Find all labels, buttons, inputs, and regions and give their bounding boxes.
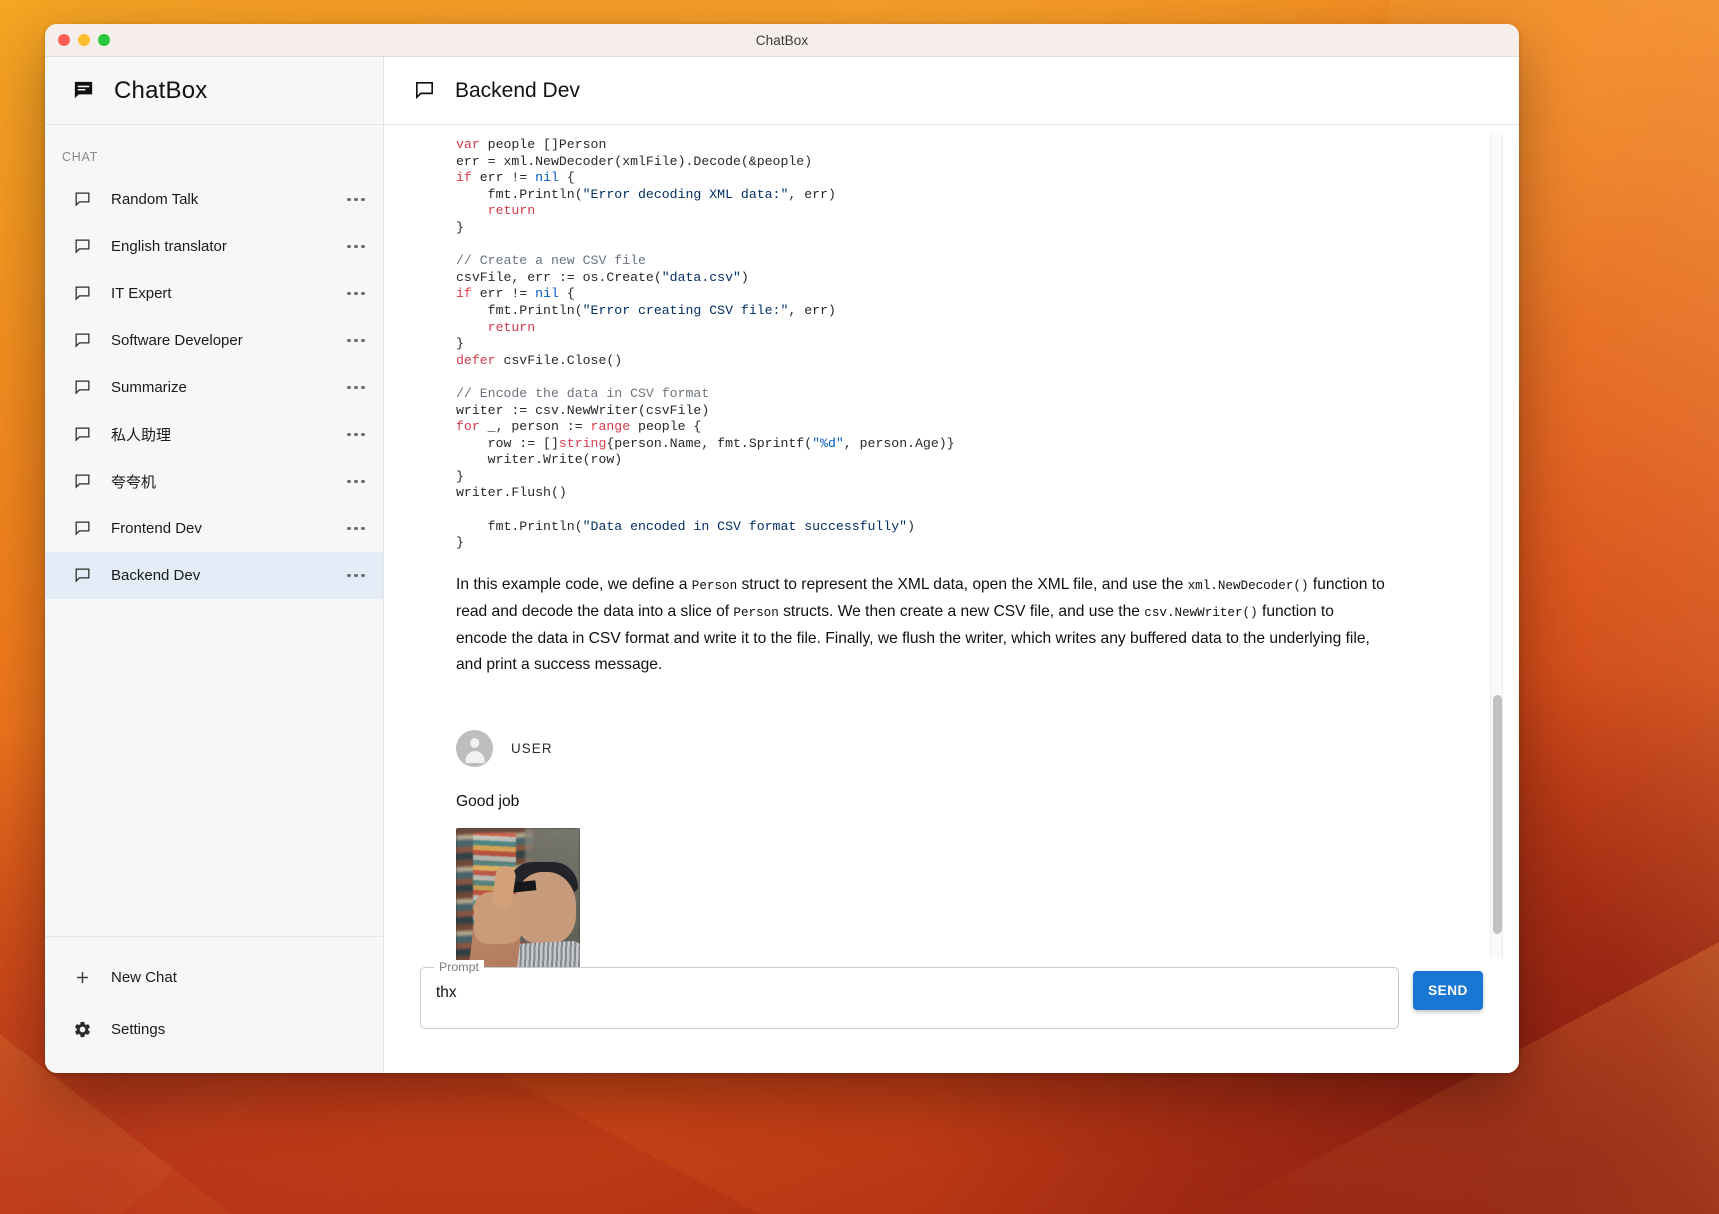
plus-icon	[73, 968, 92, 987]
prompt-value: thx	[436, 984, 457, 1002]
inline-code-csv-newwriter: csv.NewWriter()	[1144, 606, 1257, 620]
assistant-explanation: In this example code, we define a Person…	[456, 572, 1386, 678]
chat-outline-icon	[73, 566, 92, 585]
sidebar-item-frontend-dev[interactable]: Frontend Dev	[45, 505, 383, 552]
sidebar-item-label: Backend Dev	[111, 567, 343, 584]
sidebar: ChatBox CHAT Random Talk English translat…	[45, 57, 384, 1073]
explain-part-2: struct to represent the XML data, open t…	[737, 576, 1187, 593]
chat-outline-icon	[73, 190, 92, 209]
send-button[interactable]: SEND	[1413, 971, 1483, 1010]
sidebar-item-label: Frontend Dev	[111, 520, 343, 537]
sidebar-item-backend-dev[interactable]: Backend Dev	[45, 552, 383, 599]
main-panel: Backend Dev var people []Person err = xm…	[384, 57, 1519, 1073]
chat-outline-icon	[73, 425, 92, 444]
explain-part-1: In this example code, we define a	[456, 576, 692, 593]
message-scrollbar[interactable]	[1490, 133, 1503, 959]
code-block: var people []Person err = xml.NewDecoder…	[456, 137, 1409, 552]
brand-title: ChatBox	[114, 77, 207, 105]
prompt-bar: Prompt thx SEND	[384, 967, 1519, 1073]
inline-code-xml-newdecoder: xml.NewDecoder()	[1188, 579, 1309, 593]
chat-item-more-icon[interactable]	[343, 283, 369, 305]
chat-outline-icon	[73, 284, 92, 303]
gear-icon	[73, 1020, 92, 1039]
inline-code-person-2: Person	[733, 606, 778, 620]
chat-item-more-icon[interactable]	[343, 330, 369, 352]
sidebar-item-random-talk[interactable]: Random Talk	[45, 176, 383, 223]
conversation-title: Backend Dev	[455, 79, 580, 103]
window-title: ChatBox	[45, 33, 1519, 48]
sidebar-item-summarize[interactable]: Summarize	[45, 364, 383, 411]
sidebar-item-label: Random Talk	[111, 191, 343, 208]
sidebar-item-english-translator[interactable]: English translator	[45, 223, 383, 270]
chat-item-more-icon[interactable]	[343, 377, 369, 399]
sidebar-item-it-expert[interactable]: IT Expert	[45, 270, 383, 317]
user-message-text: Good job	[456, 793, 1409, 811]
chat-list: Random Talk English translator IT Expert So…	[45, 176, 383, 937]
chat-section-label: CHAT	[45, 125, 383, 176]
prompt-label: Prompt	[434, 960, 484, 974]
sidebar-item-label: Summarize	[111, 379, 343, 396]
chat-outline-icon	[413, 79, 436, 102]
user-message-header: USER	[456, 730, 1409, 767]
sidebar-item-label: Software Developer	[111, 332, 343, 349]
chat-outline-icon	[73, 237, 92, 256]
thumbs-up-photo[interactable]	[456, 828, 580, 967]
sidebar-item-software-developer[interactable]: Software Developer	[45, 317, 383, 364]
sidebar-item-label: IT Expert	[111, 285, 343, 302]
chat-item-more-icon[interactable]	[343, 236, 369, 258]
sidebar-item-label: English translator	[111, 238, 343, 255]
settings-button[interactable]: Settings	[45, 1003, 383, 1055]
chat-item-more-icon[interactable]	[343, 424, 369, 446]
settings-label: Settings	[111, 1021, 165, 1038]
sidebar-brand: ChatBox	[45, 57, 383, 125]
window-titlebar: ChatBox	[45, 24, 1519, 57]
chat-outline-icon	[73, 378, 92, 397]
message-list: var people []Person err = xml.NewDecoder…	[384, 125, 1519, 967]
prompt-input[interactable]: Prompt thx	[420, 967, 1399, 1029]
explain-part-4: structs. We then create a new CSV file, …	[779, 603, 1145, 620]
chat-item-more-icon[interactable]	[343, 471, 369, 493]
app-window: ChatBox ChatBox CHAT Random Talk English …	[45, 24, 1519, 1073]
user-role-label: USER	[511, 741, 553, 756]
inline-code-person-1: Person	[692, 579, 737, 593]
sidebar-footer: New Chat Settings	[45, 937, 383, 1073]
message-scroll-area[interactable]: var people []Person err = xml.NewDecoder…	[384, 125, 1519, 967]
chat-outline-icon	[73, 331, 92, 350]
conversation-header: Backend Dev	[384, 57, 1519, 125]
sidebar-item-label: 私人助理	[111, 424, 343, 445]
scrollbar-thumb[interactable]	[1493, 695, 1502, 935]
app-body: ChatBox CHAT Random Talk English translat…	[45, 57, 1519, 1073]
new-chat-label: New Chat	[111, 969, 177, 986]
sidebar-item-私人助理[interactable]: 私人助理	[45, 411, 383, 458]
chat-bubble-icon	[72, 79, 95, 102]
chat-item-more-icon[interactable]	[343, 565, 369, 587]
sidebar-item-label: 夸夸机	[111, 471, 343, 492]
chat-item-more-icon[interactable]	[343, 518, 369, 540]
chat-outline-icon	[73, 519, 92, 538]
user-message: USER Good job	[456, 730, 1409, 967]
sidebar-item-夸夸机[interactable]: 夸夸机	[45, 458, 383, 505]
chat-outline-icon	[73, 472, 92, 491]
user-avatar-icon	[456, 730, 493, 767]
chat-item-more-icon[interactable]	[343, 189, 369, 211]
new-chat-button[interactable]: New Chat	[45, 951, 383, 1003]
